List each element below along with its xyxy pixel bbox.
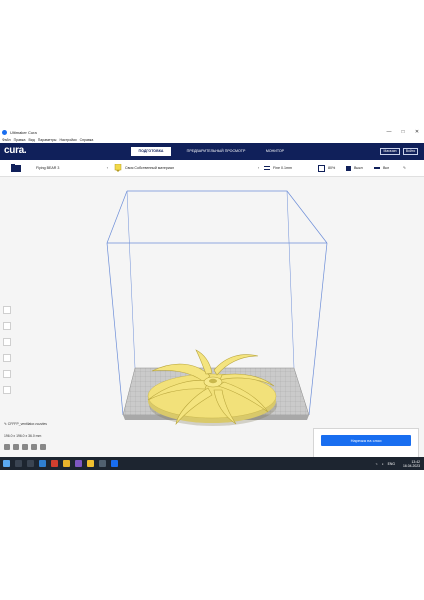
search-icon[interactable] xyxy=(14,460,22,467)
tab-monitor[interactable]: МОНИТОР xyxy=(258,147,292,156)
object-name: CFFFP_ventilator-nozzles xyxy=(7,422,47,426)
adhesion-icon xyxy=(374,167,380,169)
cura-window: Ultimaker Cura — □ ✕ Файл Правка Вид Пар… xyxy=(0,127,424,470)
menu-view[interactable]: Вид xyxy=(28,138,34,142)
right-view-icon[interactable] xyxy=(40,444,46,450)
cube-icon[interactable] xyxy=(4,444,10,450)
per-model-settings-button[interactable] xyxy=(3,370,11,378)
clock-date: 16.04.2023 xyxy=(403,463,420,468)
print-settings-button[interactable]: Fine 0.1mm xyxy=(264,160,292,176)
chevron-left-icon: ‹ xyxy=(106,166,108,170)
app-icon[interactable] xyxy=(74,460,82,467)
windows-taskbar: ⌁ ◖ ENG 13:42 16.04.2023 xyxy=(0,457,424,470)
tab-prepare[interactable]: ПОДГОТОВКА xyxy=(131,147,171,156)
marketplace-button[interactable]: Магазин xyxy=(380,148,400,155)
menu-preferences[interactable]: Настройки xyxy=(59,138,76,142)
mirror-tool-button[interactable] xyxy=(3,354,11,362)
chrome-icon[interactable] xyxy=(62,460,70,467)
clock[interactable]: 13:42 16.04.2023 xyxy=(399,460,420,468)
slice-panel: Нарезка на слои xyxy=(313,428,419,460)
rotate-tool-button[interactable] xyxy=(3,338,11,346)
scale-tool-button[interactable] xyxy=(3,322,11,330)
infill-icon xyxy=(318,164,325,172)
network-icon[interactable]: ⌁ xyxy=(376,462,378,466)
support-value: Выкл xyxy=(354,166,363,170)
front-view-icon[interactable] xyxy=(13,444,19,450)
cura-app-icon xyxy=(2,129,7,135)
menu-settings[interactable]: Параметры xyxy=(38,138,57,142)
menu-file[interactable]: Файл xyxy=(2,138,11,142)
adhesion-value: Вкл xyxy=(383,166,390,170)
cura-taskbar-icon[interactable] xyxy=(110,460,118,467)
volume-icon[interactable]: ◖ xyxy=(382,462,384,466)
login-button[interactable]: Войти xyxy=(403,148,418,155)
support-icon xyxy=(346,165,351,171)
volume-edge xyxy=(106,190,128,244)
minimize-button[interactable]: — xyxy=(382,127,396,137)
window-controls: — □ ✕ xyxy=(382,127,424,137)
clock-time: 13:42 xyxy=(411,459,421,464)
printer-name: Flying BEAR 3 xyxy=(36,166,60,170)
language-indicator[interactable]: ENG xyxy=(388,462,395,466)
extruder-icon xyxy=(114,164,122,172)
tab-preview[interactable]: ПРЕДВАРИТЕЛЬНЫЙ ПРОСМОТР xyxy=(180,147,252,156)
volume-edge xyxy=(126,190,136,369)
volume-edge xyxy=(308,242,328,416)
window-title: Ultimaker Cura xyxy=(10,129,37,135)
object-actions xyxy=(4,444,49,450)
close-button[interactable]: ✕ xyxy=(410,127,424,137)
photos-icon[interactable] xyxy=(98,460,106,467)
menu-edit[interactable]: Правка xyxy=(14,138,26,142)
menu-help[interactable]: Справка xyxy=(80,138,94,142)
volume-edge xyxy=(106,242,124,416)
left-view-icon[interactable] xyxy=(31,444,37,450)
3d-viewport[interactable] xyxy=(0,176,424,456)
yandex-icon[interactable] xyxy=(50,460,58,467)
profile-label: Fine 0.1mm xyxy=(273,166,292,170)
object-dimensions: 196.0 x 196.0 x 36.0 mm xyxy=(4,434,42,438)
folder-icon xyxy=(11,164,21,172)
move-tool-button[interactable] xyxy=(3,306,11,314)
volume-edge xyxy=(286,190,295,369)
open-file-button[interactable] xyxy=(11,160,21,176)
volume-edge xyxy=(127,190,328,244)
toolbar: Flying BEAR 3 ‹ Своя Собственный материа… xyxy=(0,160,424,177)
infill-indicator[interactable]: 80% xyxy=(318,160,335,176)
adhesion-indicator[interactable]: Вкл xyxy=(374,160,389,176)
settings-sliders-icon xyxy=(264,166,270,170)
file-explorer-icon[interactable] xyxy=(86,460,94,467)
app-header: cura. ПОДГОТОВКА ПРЕДВАРИТЕЛЬНЫЙ ПРОСМОТ… xyxy=(0,143,424,160)
support-indicator[interactable]: Выкл xyxy=(346,160,363,176)
material-name: Своя Собственный материал xyxy=(125,166,174,170)
impeller-bore xyxy=(209,378,217,384)
object-info[interactable]: ✎ CFFFP_ventilator-nozzles xyxy=(4,422,47,426)
infill-value: 80% xyxy=(328,166,336,170)
printer-selector[interactable]: Flying BEAR 3 ‹ xyxy=(36,160,108,176)
tool-panel xyxy=(3,306,12,402)
top-view-icon[interactable] xyxy=(22,444,28,450)
build-volume xyxy=(106,190,328,426)
chevron-left-icon[interactable]: ‹ xyxy=(258,160,259,176)
edit-settings-icon[interactable]: ✎ xyxy=(403,160,406,176)
slice-button[interactable]: Нарезка на слои xyxy=(321,435,411,446)
cura-logo: cura. xyxy=(4,145,27,156)
windows-start-icon[interactable] xyxy=(2,460,10,467)
maximize-button[interactable]: □ xyxy=(396,127,410,137)
material-selector[interactable]: Своя Собственный материал xyxy=(114,160,174,176)
support-blocker-button[interactable] xyxy=(3,386,11,394)
title-bar: Ultimaker Cura — □ ✕ xyxy=(0,127,424,137)
task-view-icon[interactable] xyxy=(26,460,34,467)
system-tray: ⌁ ◖ ENG 13:42 16.04.2023 xyxy=(372,457,420,470)
edge-icon[interactable] xyxy=(38,460,46,467)
